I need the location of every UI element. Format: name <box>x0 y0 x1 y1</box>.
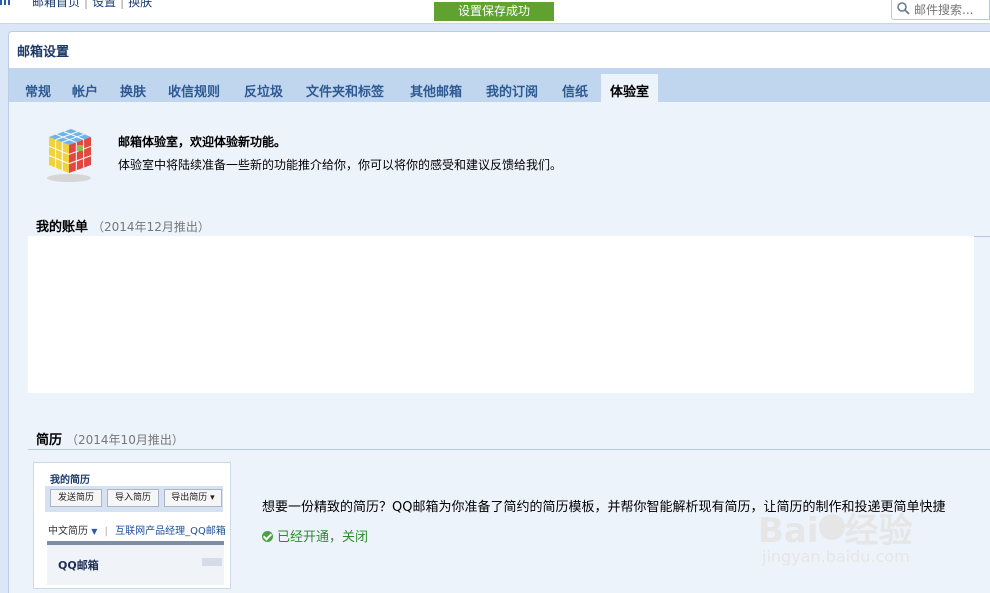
logo-icon <box>0 0 14 5</box>
tab-account[interactable]: 帐户 <box>72 81 98 100</box>
top-separator: | <box>84 0 89 9</box>
tab-receive-rules[interactable]: 收信规则 <box>168 81 220 100</box>
tab-skin[interactable]: 换肤 <box>120 81 146 100</box>
thumb-card: QQ邮箱 <box>47 545 224 585</box>
page-title: 邮箱设置 <box>17 45 70 60</box>
paw-icon <box>818 514 845 540</box>
resume-preview-thumbnail[interactable]: 我的简历 发送简历 导入简历 导出简历 ▾ 中文简历 ▼ | 互联网产品经理_Q… <box>33 462 231 589</box>
resume-date: （2014年10月推出） <box>66 433 184 447</box>
watermark-logo: Bai 经验 <box>758 503 913 552</box>
watermark-text-a: Bai <box>758 511 819 551</box>
top-nav: 邮箱首页 | 设置 | 换肤 <box>32 0 152 10</box>
save-success-toast: 设置保存成功 <box>434 2 554 21</box>
tab-subscriptions[interactable]: 我的订阅 <box>486 81 538 100</box>
check-circle-icon <box>262 531 273 542</box>
bill-divider <box>974 236 990 237</box>
tab-lab[interactable]: 体验室 <box>601 74 659 102</box>
search-icon <box>897 2 910 15</box>
resume-status: 已经开通，关闭 <box>262 526 368 545</box>
lab-intro-title: 邮箱体验室，欢迎体验新功能。 <box>118 135 287 149</box>
lab-intro-desc: 体验室中将陆续准备一些新的功能推介给你，你可以将你的感受和建议反馈给我们。 <box>118 158 563 172</box>
tab-stationery[interactable]: 信纸 <box>562 81 588 100</box>
top-link-home[interactable]: 邮箱首页 <box>32 0 80 9</box>
bill-date: （2014年12月推出） <box>92 220 210 234</box>
resume-section-title: 简历 （2014年10月推出） <box>36 429 184 448</box>
thumb-lang: 中文简历 <box>48 526 88 537</box>
thumb-chip <box>202 558 222 566</box>
tab-general[interactable]: 常规 <box>25 81 51 100</box>
resume-status-text: 已经开通， <box>277 530 343 545</box>
thumb-toolbar: 发送简历 导入简历 导出简历 ▾ <box>45 486 223 512</box>
top-link-skin[interactable]: 换肤 <box>128 0 152 9</box>
resume-title: 简历 <box>36 433 63 448</box>
top-link-settings[interactable]: 设置 <box>92 0 116 9</box>
bill-title: 我的账单 <box>36 220 89 235</box>
settings-tabs: 常规 帐户 换肤 收信规则 反垃圾 文件夹和标签 其他邮箱 我的订阅 信纸 体验… <box>9 68 990 102</box>
watermark-url: jingyan.baidu.com <box>762 547 910 566</box>
thumb-import-button: 导入简历 <box>107 489 159 507</box>
bill-section-title: 我的账单 （2014年12月推出） <box>36 216 210 235</box>
tab-other-mailbox[interactable]: 其他邮箱 <box>410 81 462 100</box>
tab-folders-labels[interactable]: 文件夹和标签 <box>306 81 384 100</box>
thumb-brand: QQ邮箱 <box>58 559 99 572</box>
resume-divider <box>28 449 990 450</box>
bill-panel <box>28 236 974 393</box>
watermark-text-b: 经验 <box>844 511 913 551</box>
thumb-resume-name: 互联网产品经理_QQ邮箱 <box>115 526 226 537</box>
mail-search-input[interactable] <box>914 1 988 18</box>
thumb-divider: | <box>104 526 108 537</box>
top-separator: | <box>120 0 125 9</box>
mail-search-box[interactable] <box>891 0 990 20</box>
thumb-title: 我的简历 <box>50 475 90 486</box>
thumb-send-button: 发送简历 <box>50 489 102 507</box>
thumb-resume-row: 中文简历 ▼ | 互联网产品经理_QQ邮箱 <box>48 522 226 537</box>
baidu-watermark: Bai 经验 jingyan.baidu.com <box>758 503 938 573</box>
top-bar: 邮箱首页 | 设置 | 换肤 设置保存成功 <box>0 0 990 24</box>
thumb-export-button: 导出简历 ▾ <box>164 489 222 507</box>
resume-close-link[interactable]: 关闭 <box>342 530 368 545</box>
rubiks-cube-icon <box>47 129 92 182</box>
chevron-down-icon: ▼ <box>91 527 98 536</box>
tab-anti-spam[interactable]: 反垃圾 <box>244 81 283 100</box>
